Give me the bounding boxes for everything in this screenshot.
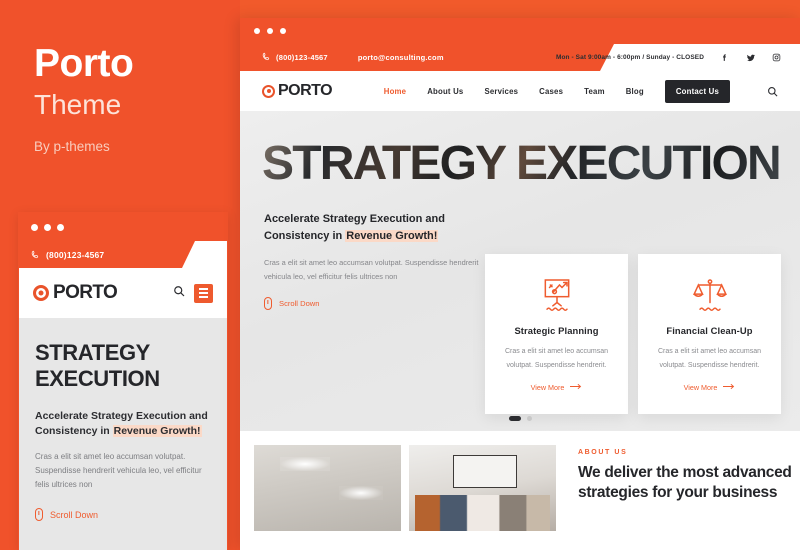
nav-item-team[interactable]: Team — [584, 87, 605, 96]
balance-scales-icon — [652, 274, 767, 316]
mobile-mockup: (800)123-4567 PORTO STRATEGY EXECUTION A… — [18, 212, 228, 550]
mobile-scroll-label: Scroll Down — [50, 509, 99, 520]
mobile-hero-title-line1: STRATEGY — [35, 340, 150, 365]
search-icon[interactable] — [767, 86, 778, 97]
topbar-phone-text: (800)123-4567 — [276, 53, 328, 62]
mouse-scroll-icon — [35, 508, 43, 522]
search-icon[interactable] — [173, 284, 185, 302]
service-card[interactable]: Financial Clean-Up Cras a elit sit amet … — [638, 254, 781, 414]
porto-target-logo-icon — [262, 84, 275, 98]
hero-description: Cras a elit sit amet leo accumsan volutp… — [264, 258, 479, 281]
slider-pagination — [240, 416, 800, 421]
office-ceiling-photo — [254, 445, 401, 531]
screenshot-root: Porto Theme By p-themes (800)123-4567 PO… — [0, 0, 800, 550]
porto-target-logo-icon — [33, 285, 49, 301]
window-dot-icon — [57, 223, 64, 231]
left-brand-panel: Porto Theme By p-themes (800)123-4567 PO… — [0, 0, 240, 550]
team-meeting-photo — [409, 445, 556, 531]
mobile-header: PORTO — [19, 268, 227, 318]
desktop-main-menu: Home About Us Services Cases Team Blog C… — [384, 79, 778, 103]
about-section: ABOUT US We deliver the most advanced st… — [240, 431, 800, 531]
desktop-browser-dots-bar — [240, 18, 800, 44]
hero-subheading: Accelerate Strategy Execution and Consis… — [264, 211, 479, 244]
mobile-hero-subheading: Accelerate Strategy Execution and Consis… — [35, 409, 211, 439]
mobile-hero-sub-highlight: Revenue Growth! — [112, 425, 202, 438]
slider-dot[interactable] — [526, 416, 532, 421]
window-dot-icon — [31, 223, 38, 231]
facebook-icon[interactable] — [719, 52, 730, 63]
desktop-hero-section: STRATEGY EXECUTION Accelerate Strategy E… — [240, 111, 800, 431]
hero-sub-highlight: Revenue Growth! — [345, 229, 439, 242]
mobile-phone-number: (800)123-4567 — [46, 249, 105, 260]
mobile-hero-title: STRATEGY EXECUTION — [35, 340, 211, 392]
instagram-icon[interactable] — [771, 52, 782, 63]
view-more-label: View More — [530, 383, 565, 393]
hero-scroll-label: Scroll Down — [279, 299, 320, 309]
about-heading-line2: strategies for your business — [578, 484, 778, 502]
mobile-header-actions — [173, 283, 213, 303]
phone-icon — [262, 52, 271, 63]
desktop-logo-text: PORTO — [278, 82, 333, 99]
mouse-scroll-icon — [264, 297, 272, 311]
mobile-scroll-down[interactable]: Scroll Down — [35, 508, 211, 522]
window-dot-icon — [280, 28, 286, 34]
arrow-right-icon — [723, 383, 735, 392]
hamburger-icon[interactable] — [194, 283, 213, 303]
about-heading: We deliver the most advanced strategies … — [578, 463, 792, 504]
topbar-phone[interactable]: (800)123-4567 — [262, 52, 328, 63]
mobile-phone-bar: (800)123-4567 — [19, 241, 195, 268]
hero-sub-a: Accelerate Strategy Execution and — [264, 213, 445, 225]
nav-item-about-us[interactable]: About Us — [427, 87, 463, 96]
brand-byline: By p-themes — [34, 138, 110, 154]
about-label: ABOUT US — [578, 449, 628, 456]
phone-icon — [31, 246, 40, 264]
service-card-description: Cras a elit sit amet leo accumsan volutp… — [504, 348, 609, 369]
slider-dot-active[interactable] — [508, 416, 521, 421]
nav-item-cases[interactable]: Cases — [539, 87, 563, 96]
about-heading-line1: We deliver the most advanced — [578, 464, 792, 481]
desktop-topbar: (800)123-4567 porto@consulting.com Mon -… — [240, 44, 800, 71]
arrow-right-icon — [570, 383, 582, 392]
service-card-title: Strategic Planning — [514, 325, 599, 336]
nav-item-home[interactable]: Home — [384, 87, 406, 96]
desktop-navbar: PORTO Home About Us Services Cases Team … — [240, 71, 800, 111]
topbar-email[interactable]: porto@consulting.com — [358, 53, 444, 62]
twitter-icon[interactable] — [745, 52, 756, 63]
hero-scroll-down[interactable]: Scroll Down — [264, 297, 479, 311]
hero-copy: Accelerate Strategy Execution and Consis… — [264, 211, 479, 311]
service-card-title: Financial Clean-Up — [666, 325, 753, 336]
view-more-label: View More — [683, 383, 718, 393]
desktop-topbar-contact: (800)123-4567 porto@consulting.com — [240, 44, 614, 71]
hero-sub-b: Consistency in — [264, 229, 346, 242]
brand-block: Porto Theme By p-themes — [34, 42, 234, 154]
nav-item-blog[interactable]: Blog — [626, 87, 644, 96]
mobile-hero-description: Cras a elit sit amet leo accumsan volutp… — [35, 452, 202, 490]
mobile-hero: STRATEGY EXECUTION Accelerate Strategy E… — [19, 318, 227, 550]
about-text-block: ABOUT US We deliver the most advanced st… — [578, 445, 792, 531]
desktop-mockup: (800)123-4567 porto@consulting.com Mon -… — [240, 18, 800, 550]
service-cards: Strategic Planning Cras a elit sit amet … — [485, 254, 781, 414]
brand-subtitle: Theme — [34, 88, 122, 120]
window-dot-icon — [44, 223, 51, 231]
view-more-link[interactable]: View More — [499, 383, 614, 392]
mobile-browser-dots-bar — [19, 213, 227, 241]
presentation-chart-icon — [499, 274, 614, 316]
mobile-logo[interactable]: PORTO — [33, 282, 118, 304]
topbar-hours: Mon - Sat 9:00am - 6:00pm / Sunday - CLO… — [555, 54, 704, 61]
window-dot-icon — [254, 28, 260, 34]
window-dot-icon — [267, 28, 273, 34]
mobile-hero-sub-b: Consistency in — [35, 425, 113, 438]
service-card-description: Cras a elit sit amet leo accumsan volutp… — [657, 348, 762, 369]
service-card[interactable]: Strategic Planning Cras a elit sit amet … — [485, 254, 628, 414]
brand-title: Porto — [34, 42, 134, 85]
desktop-topbar-right: Mon - Sat 9:00am - 6:00pm / Sunday - CLO… — [556, 44, 782, 71]
mobile-hero-sub-a: Accelerate Strategy Execution and — [35, 409, 208, 422]
nav-item-services[interactable]: Services — [484, 87, 518, 96]
contact-us-button[interactable]: Contact Us — [664, 79, 730, 103]
topbar-email-text: porto@consulting.com — [357, 53, 444, 62]
hero-title: STRATEGY EXECUTION — [262, 137, 782, 190]
mobile-hero-title-line2: EXECUTION — [35, 365, 160, 391]
view-more-link[interactable]: View More — [652, 383, 767, 392]
mobile-logo-text: PORTO — [53, 282, 118, 303]
